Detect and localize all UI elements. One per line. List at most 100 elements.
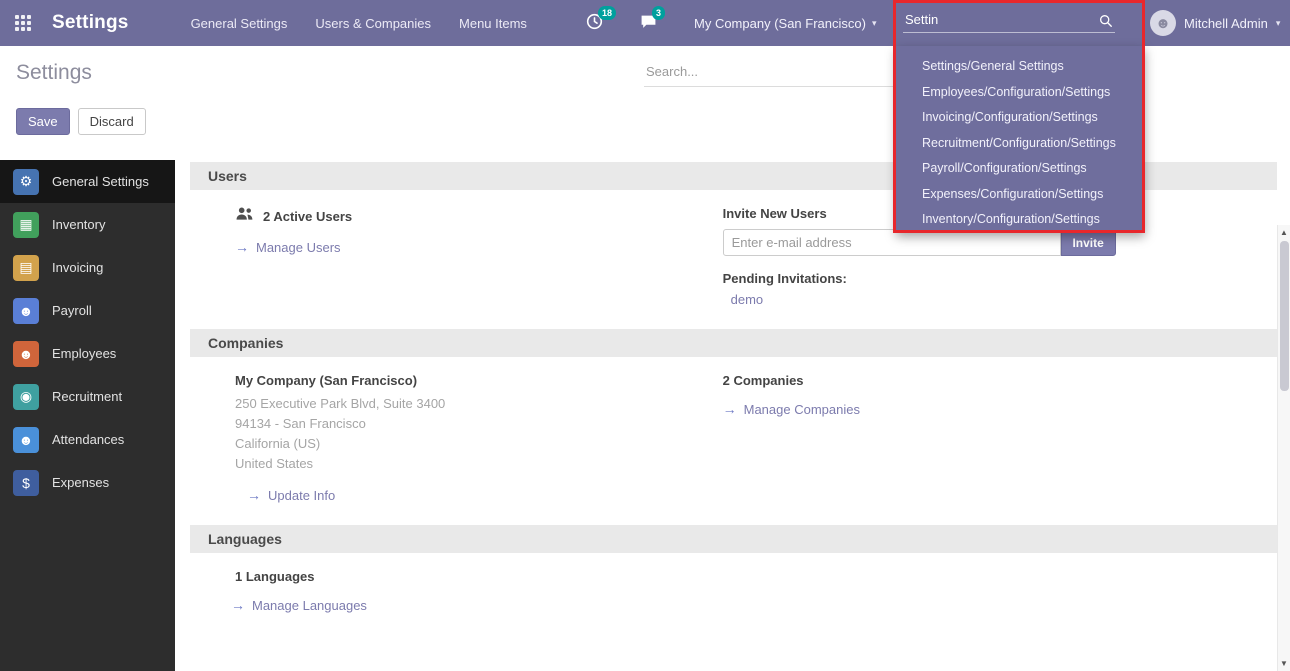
grid-icon [15,15,31,31]
save-button[interactable]: Save [16,108,70,135]
scrollbar-thumb[interactable] [1280,241,1289,391]
company-name: My Company (San Francisco) [235,373,723,388]
suggestion-payroll-settings[interactable]: Payroll/Configuration/Settings [896,156,1145,182]
avatar-placeholder-glyph: ☻ [1155,15,1171,32]
sidebar-item-label: Recruitment [52,389,122,404]
attendances-icon: ☻ [13,427,39,453]
systray: 18 3 My Company (San Francisco) ▾ [586,0,876,46]
menu-menu-items[interactable]: Menu Items [459,0,527,46]
sidebar-item-general-settings[interactable]: ⚙ General Settings [0,160,175,203]
languages-count: 1 Languages [235,569,723,584]
activities-clock-icon[interactable]: 18 [586,13,606,33]
users-group-icon [235,206,254,226]
apps-menu-icon[interactable] [0,0,46,46]
menu-general-settings[interactable]: General Settings [191,0,288,46]
scroll-up-icon[interactable]: ▲ [1278,228,1290,237]
section-title: Languages [208,531,282,547]
company-address-line: 250 Executive Park Blvd, Suite 3400 [235,394,723,414]
sidebar-item-recruitment[interactable]: ◉ Recruitment [0,375,175,418]
payroll-icon: ☻ [13,298,39,324]
settings-content: Users 2 Active Users → Manage Users Invi… [175,160,1290,671]
message-count-badge: 3 [652,6,665,20]
search-suggestions-dropdown: Settings/General Settings Employees/Conf… [896,46,1145,233]
activity-count-badge: 18 [598,6,616,20]
invite-button[interactable]: Invite [1061,229,1116,256]
suggestion-invoicing-settings[interactable]: Invoicing/Configuration/Settings [896,105,1145,131]
companies-section-body: My Company (San Francisco) 250 Executive… [190,357,1277,523]
sidebar-item-attendances[interactable]: ☻ Attendances [0,418,175,461]
inventory-icon: ▦ [13,212,39,238]
suggestion-inventory-settings[interactable]: Inventory/Configuration/Settings [896,207,1145,233]
company-name: My Company (San Francisco) [694,16,866,31]
expenses-icon: $ [13,470,39,496]
invoicing-icon: ▤ [13,255,39,281]
sidebar-item-label: Inventory [52,217,105,232]
company-address-line: California (US) [235,434,723,454]
sidebar-item-employees[interactable]: ☻ Employees [0,332,175,375]
company-switcher[interactable]: My Company (San Francisco) ▾ [694,16,876,31]
section-title: Companies [208,335,283,351]
navbar-search [903,9,1115,33]
suggestion-employees-settings[interactable]: Employees/Configuration/Settings [896,80,1145,106]
chevron-down-icon: ▾ [1276,18,1281,29]
pending-invitation-demo[interactable]: demo [723,292,764,307]
arrow-right-icon: → [231,597,245,613]
sidebar-item-label: Invoicing [52,260,103,275]
sidebar-item-label: General Settings [52,174,149,189]
companies-section-header: Companies [190,329,1277,357]
sidebar-item-label: Employees [52,346,116,361]
company-address-line: 94134 - San Francisco [235,414,723,434]
navbar-menu: General Settings Users & Companies Menu … [191,0,527,46]
active-users-count: 2 Active Users [263,209,352,224]
pending-invitations-label: Pending Invitations: [723,271,1217,286]
gear-icon: ⚙ [13,169,39,195]
sidebar-item-label: Attendances [52,432,124,447]
suggestion-expenses-settings[interactable]: Expenses/Configuration/Settings [896,182,1145,208]
page-title: Settings [16,61,92,85]
link-label: Update Info [268,488,335,503]
sidebar-item-label: Payroll [52,303,92,318]
menu-users-companies[interactable]: Users & Companies [315,0,431,46]
arrow-right-icon: → [235,239,249,255]
suggestion-recruitment-settings[interactable]: Recruitment/Configuration/Settings [896,131,1145,157]
link-label: Manage Companies [744,402,860,417]
recruitment-icon: ◉ [13,384,39,410]
user-menu[interactable]: ☻ Mitchell Admin ▾ [1150,0,1280,46]
arrow-right-icon: → [247,487,261,503]
sidebar-item-inventory[interactable]: ▦ Inventory [0,203,175,246]
sidebar-item-invoicing[interactable]: ▤ Invoicing [0,246,175,289]
navbar-left-group: Settings General Settings Users & Compan… [0,0,527,46]
scroll-down-icon[interactable]: ▼ [1278,659,1290,668]
search-icon[interactable] [1099,14,1113,28]
vertical-scrollbar[interactable]: ▲ ▼ [1277,225,1290,671]
manage-languages-link[interactable]: → Manage Languages [231,597,367,613]
sidebar-item-payroll[interactable]: ☻ Payroll [0,289,175,332]
companies-count: 2 Companies [723,373,1217,388]
link-label: Manage Users [256,240,341,255]
languages-section-header: Languages [190,525,1277,553]
chevron-down-icon: ▾ [872,18,877,29]
company-address-line: United States [235,454,723,474]
app-title: Settings [52,12,129,34]
sidebar-item-label: Expenses [52,475,109,490]
section-title: Users [208,168,247,184]
invite-email-field[interactable] [723,229,1061,256]
user-name: Mitchell Admin [1184,16,1268,31]
link-label: Manage Languages [252,598,367,613]
control-panel-buttons: Save Discard [16,108,146,135]
languages-section-body: 1 Languages → Manage Languages [190,553,1277,633]
sidebar-item-expenses[interactable]: $ Expenses [0,461,175,504]
employees-icon: ☻ [13,341,39,367]
main-area: ⚙ General Settings ▦ Inventory ▤ Invoici… [0,160,1290,671]
arrow-right-icon: → [723,401,737,417]
navbar-search-input[interactable] [903,9,1115,33]
suggestion-settings-general[interactable]: Settings/General Settings [896,54,1145,80]
update-info-link[interactable]: → Update Info [247,487,335,503]
discard-button[interactable]: Discard [78,108,146,135]
messages-chat-icon[interactable]: 3 [640,13,660,33]
avatar: ☻ [1150,10,1176,36]
manage-companies-link[interactable]: → Manage Companies [723,401,860,417]
top-navbar: Settings General Settings Users & Compan… [0,0,1290,46]
settings-sidebar: ⚙ General Settings ▦ Inventory ▤ Invoici… [0,160,175,671]
manage-users-link[interactable]: → Manage Users [235,239,341,255]
